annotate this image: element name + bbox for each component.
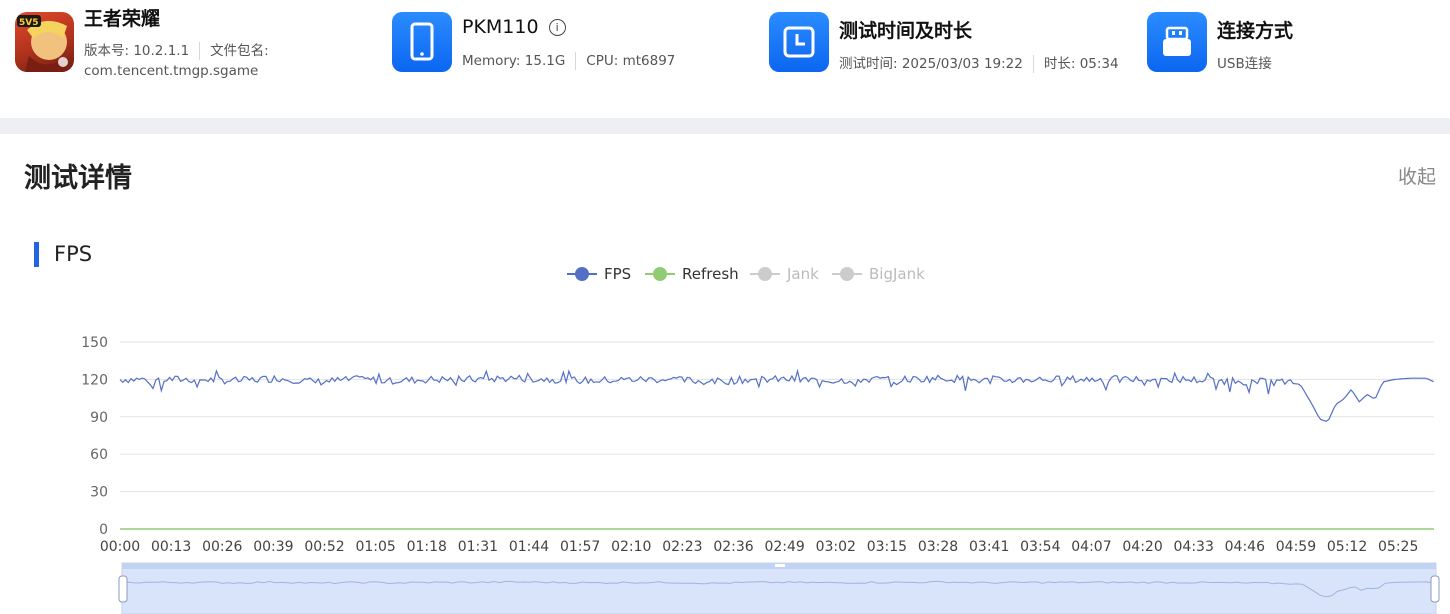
x-tick-label: 01:57 bbox=[560, 539, 600, 555]
x-tick-label: 05:25 bbox=[1378, 539, 1418, 555]
x-tick-label: 00:39 bbox=[253, 539, 293, 555]
y-tick-label: 30 bbox=[90, 485, 108, 501]
x-tick-label: 03:15 bbox=[867, 539, 907, 555]
chart-series bbox=[119, 368, 1434, 530]
zoom-track bbox=[121, 562, 1437, 614]
x-tick-label: 03:41 bbox=[969, 539, 1009, 555]
legend-item-bigjank[interactable]: BigJank bbox=[832, 265, 925, 283]
x-tick-label: 03:54 bbox=[1020, 539, 1060, 555]
x-tick-label: 00:13 bbox=[151, 539, 191, 555]
legend-marker bbox=[840, 267, 854, 281]
x-tick-label: 02:10 bbox=[611, 539, 651, 555]
x-tick-label: 04:33 bbox=[1174, 539, 1214, 555]
legend-marker bbox=[575, 267, 589, 281]
x-tick-label: 00:52 bbox=[304, 539, 344, 555]
x-tick-label: 01:05 bbox=[355, 539, 395, 555]
fps-line-chart[interactable]: 0306090120150 00:00 00:13 00:26 00:39 00:52 0… bbox=[0, 0, 1450, 614]
x-tick-label: 01:31 bbox=[458, 539, 498, 555]
y-tick-label: 90 bbox=[90, 410, 108, 426]
y-tick-label: 120 bbox=[81, 372, 108, 388]
chart-legend[interactable]: FPS Refresh Jank BigJank bbox=[567, 265, 925, 283]
legend-item-fps[interactable]: FPS bbox=[567, 265, 631, 283]
zoom-grip-icon bbox=[775, 564, 785, 567]
x-tick-label: 04:46 bbox=[1225, 539, 1265, 555]
x-tick-label: 04:20 bbox=[1122, 539, 1162, 555]
x-tick-label: 00:00 bbox=[100, 539, 140, 555]
x-tick-label: 02:23 bbox=[662, 539, 702, 555]
fps-series-line bbox=[119, 368, 1434, 422]
zoom-handle-left[interactable] bbox=[118, 575, 128, 603]
x-tick-label: 02:49 bbox=[764, 539, 804, 555]
legend-marker bbox=[653, 267, 667, 281]
x-tick-label: 01:18 bbox=[407, 539, 447, 555]
x-tick-label: 03:02 bbox=[816, 539, 856, 555]
x-tick-label: 04:07 bbox=[1071, 539, 1111, 555]
zoom-handle-right[interactable] bbox=[1430, 575, 1440, 603]
x-tick-label: 04:59 bbox=[1276, 539, 1316, 555]
legend-label: BigJank bbox=[869, 265, 925, 283]
legend-item-refresh[interactable]: Refresh bbox=[645, 265, 739, 283]
legend-item-jank[interactable]: Jank bbox=[750, 265, 819, 283]
y-axis-ticks: 0 30 60 90 120 150 bbox=[81, 335, 108, 538]
x-axis-ticks: 00:00 00:13 00:26 00:39 00:52 01:05 01:18 01:31… bbox=[100, 539, 1419, 555]
legend-marker bbox=[758, 267, 772, 281]
data-zoom-slider[interactable] bbox=[118, 562, 1440, 614]
x-tick-label: 02:36 bbox=[713, 539, 753, 555]
legend-label: Refresh bbox=[682, 265, 739, 283]
y-tick-label: 150 bbox=[81, 335, 108, 351]
x-tick-label: 05:12 bbox=[1327, 539, 1367, 555]
x-tick-label: 01:44 bbox=[509, 539, 549, 555]
y-tick-label: 0 bbox=[99, 522, 108, 538]
legend-label: Jank bbox=[786, 265, 819, 283]
chart-grid bbox=[120, 341, 1434, 530]
y-tick-label: 60 bbox=[90, 447, 108, 463]
x-tick-label: 03:28 bbox=[918, 539, 958, 555]
legend-label: FPS bbox=[604, 265, 631, 283]
x-tick-label: 00:26 bbox=[202, 539, 242, 555]
